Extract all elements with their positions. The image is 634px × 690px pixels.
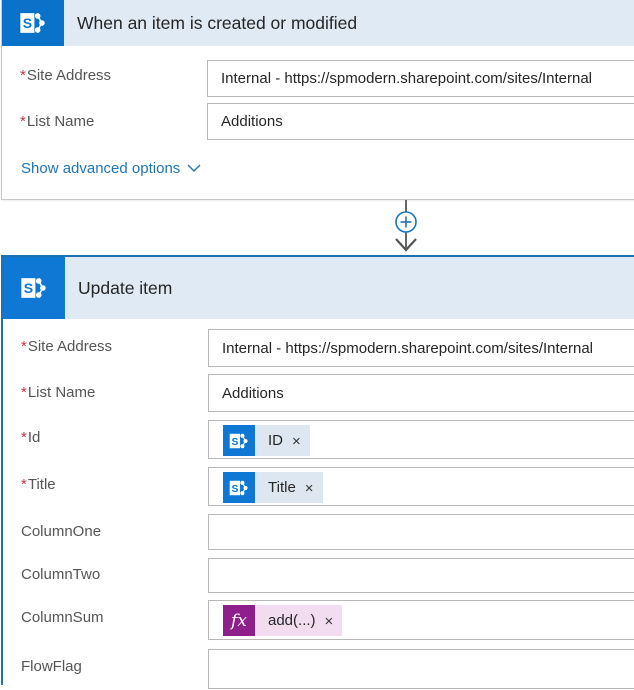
list-name-label-text: List Name (26, 113, 95, 130)
required-marker: * (21, 476, 27, 493)
site-address-label: *Site Address (20, 67, 111, 84)
plus-circle-icon[interactable] (395, 211, 417, 233)
trigger-site-address-row: *Site Address Internal - https://spmoder… (2, 57, 634, 97)
required-marker: * (20, 113, 26, 130)
column-sum-field[interactable]: fx add(...) × (208, 600, 634, 640)
action-list-name-row: *List Name Additions (3, 374, 634, 414)
list-name-label: *List Name (21, 384, 95, 401)
list-name-value: Additions (222, 384, 284, 402)
token-label: add(...) (268, 612, 316, 629)
list-name-field[interactable]: Additions (207, 103, 634, 140)
token-label: ID (268, 432, 283, 449)
sharepoint-icon (2, 0, 64, 46)
close-icon[interactable]: × (316, 613, 343, 630)
flow-flag-label: FlowFlag (21, 658, 82, 675)
id-label: *Id (21, 429, 40, 446)
trigger-title: When an item is created or modified (77, 12, 358, 33)
close-icon[interactable]: × (296, 480, 323, 497)
site-address-label: *Site Address (21, 338, 112, 355)
update-item-card: Update item *Site Address Internal - htt… (1, 255, 634, 689)
show-advanced-options-link[interactable]: Show advanced options (21, 160, 201, 177)
title-label-text: Title (27, 476, 56, 493)
required-marker: * (21, 338, 27, 355)
advanced-link-text: Show advanced options (21, 160, 181, 177)
token-label: Title (268, 479, 296, 496)
required-marker: * (21, 429, 27, 446)
column-sum-label: ColumnSum (21, 609, 104, 626)
id-label-text: Id (27, 429, 41, 446)
site-address-label-text: Site Address (27, 338, 113, 355)
site-address-field[interactable]: Internal - https://spmodern.sharepoint.c… (207, 60, 634, 97)
column-two-field[interactable] (208, 558, 634, 593)
title-token[interactable]: Title × (223, 472, 323, 503)
column-two-row: ColumnTwo (3, 558, 634, 598)
column-one-row: ColumnOne (3, 514, 634, 554)
list-name-value: Additions (221, 113, 283, 130)
sharepoint-icon (223, 425, 255, 456)
close-icon[interactable]: × (283, 433, 310, 450)
fx-icon: fx (223, 605, 255, 636)
column-one-field[interactable] (208, 514, 634, 550)
update-item-title: Update item (78, 277, 173, 298)
chevron-down-icon (187, 160, 201, 177)
site-address-value: Internal - https://spmodern.sharepoint.c… (222, 339, 594, 357)
list-name-label-text: List Name (27, 384, 96, 401)
expression-token[interactable]: fx add(...) × (223, 605, 343, 636)
flow-flag-field[interactable] (208, 649, 634, 689)
column-two-label: ColumnTwo (21, 566, 101, 583)
required-marker: * (21, 384, 27, 401)
id-field[interactable]: ID × (208, 420, 634, 459)
site-address-value: Internal - https://spmodern.sharepoint.c… (221, 70, 593, 87)
site-address-label-text: Site Address (26, 67, 112, 84)
trigger-header[interactable]: When an item is created or modified (2, 0, 634, 46)
update-item-header[interactable]: Update item (3, 257, 634, 319)
action-site-address-row: *Site Address Internal - https://spmoder… (3, 328, 634, 368)
site-address-field[interactable]: Internal - https://spmodern.sharepoint.c… (208, 329, 634, 367)
column-sum-row: ColumnSum fx add(...) × (3, 600, 634, 643)
required-marker: * (20, 67, 26, 84)
list-name-field[interactable]: Additions (208, 374, 634, 412)
sharepoint-icon (3, 257, 65, 319)
id-token[interactable]: ID × (223, 425, 310, 456)
sharepoint-icon (223, 472, 255, 503)
flow-flag-row: FlowFlag (3, 649, 634, 690)
list-name-label: *List Name (20, 113, 94, 130)
trigger-list-name-row: *List Name Additions (2, 103, 634, 143)
step-connector (391, 200, 421, 256)
title-row: *Title Title × (3, 467, 634, 508)
id-row: *Id ID × (3, 420, 634, 461)
title-field[interactable]: Title × (208, 467, 634, 506)
title-label: *Title (21, 476, 56, 493)
trigger-card: When an item is created or modified *Sit… (1, 0, 634, 200)
column-one-label: ColumnOne (21, 523, 102, 540)
